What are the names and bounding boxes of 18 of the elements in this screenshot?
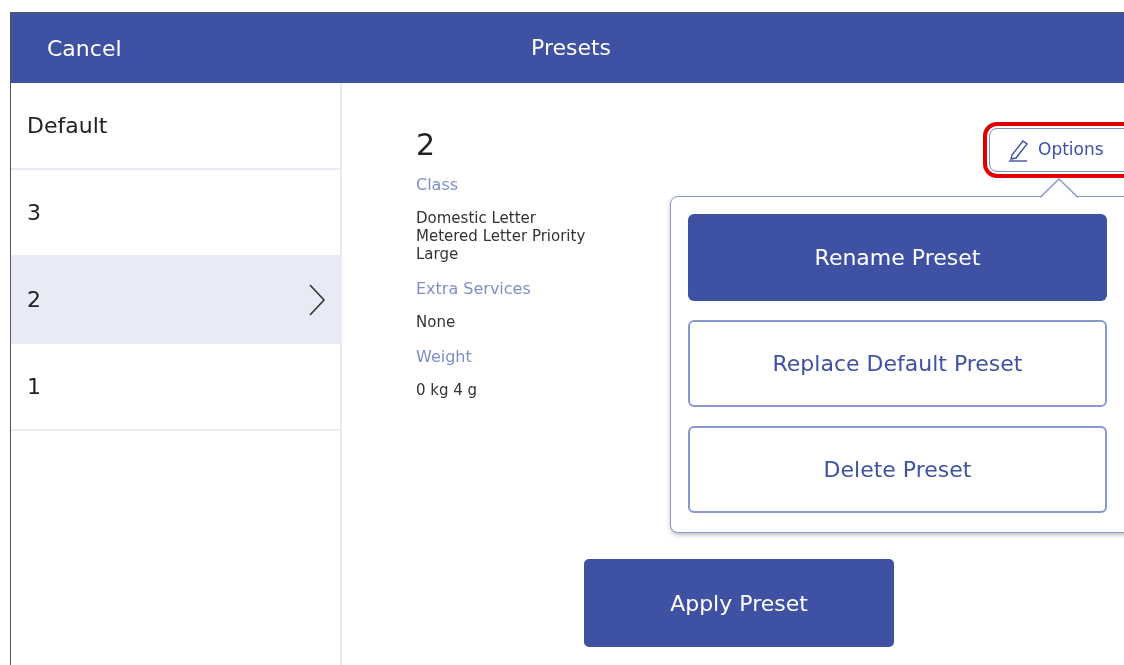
pencil-icon bbox=[1008, 138, 1030, 162]
preset-row[interactable]: 1 bbox=[11, 344, 340, 431]
apply-preset-button[interactable]: Apply Preset bbox=[584, 559, 894, 647]
menu-button[interactable]: Rename Preset bbox=[688, 214, 1107, 301]
field-value: None bbox=[416, 313, 456, 331]
field-value: Domestic Letter Metered Letter Priority Large bbox=[416, 209, 586, 263]
field-label: Weight bbox=[416, 346, 472, 368]
field-label: Class bbox=[416, 174, 459, 196]
cancel-button[interactable]: Cancel bbox=[11, 31, 122, 65]
menu-button[interactable]: Replace Default Preset bbox=[688, 320, 1107, 407]
preset-row[interactable]: 2 bbox=[11, 257, 340, 344]
preset-name: 2 bbox=[416, 127, 436, 163]
preset-row[interactable]: Default bbox=[11, 83, 340, 170]
menu-button[interactable]: Delete Preset bbox=[688, 426, 1107, 513]
field-value: 0 kg 4 g bbox=[416, 381, 478, 399]
screen-title: Presets bbox=[531, 34, 612, 62]
field-label: Extra Services bbox=[416, 278, 531, 300]
chevron-right-icon bbox=[308, 283, 326, 316]
